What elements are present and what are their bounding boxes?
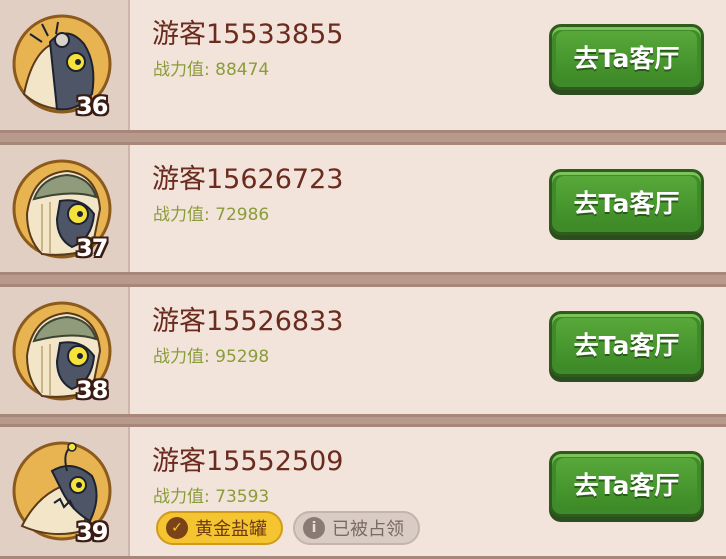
visit-button-label: 去Ta客厅 (573, 44, 680, 73)
visit-button-label: 去Ta客厅 (573, 471, 680, 500)
player-name: 游客15526833 (152, 306, 344, 337)
avatar-panel: 39 (0, 427, 130, 556)
level-badge: 39 (76, 518, 108, 546)
badge-label: 黄金盐罐 (195, 519, 267, 540)
visit-button-label: 去Ta客厅 (573, 189, 680, 218)
power-text: 战力值: 95298 (153, 342, 269, 367)
visit-living-room-button[interactable]: 去Ta客厅 (549, 169, 704, 235)
badge-label: 已被占领 (332, 519, 404, 540)
player-row: 36 游客15533855 战力值: 88474 去Ta客厅 (0, 0, 726, 133)
player-row: 38 游客15526833 战力值: 95298 去Ta客厅 (0, 284, 726, 417)
visit-button-label: 去Ta客厅 (573, 331, 680, 360)
check-icon: ✓ (166, 517, 188, 539)
power-value: 95298 (215, 347, 270, 367)
player-name: 游客15552509 (152, 446, 344, 477)
power-label: 战力值: (153, 60, 210, 80)
visit-living-room-button[interactable]: 去Ta客厅 (549, 24, 704, 90)
power-text: 战力值: 73593 (153, 482, 269, 507)
avatar-panel: 36 (0, 0, 130, 130)
player-row: 37 游客15626723 战力值: 72986 去Ta客厅 (0, 142, 726, 275)
power-label: 战力值: (153, 205, 210, 225)
power-label: 战力值: (153, 347, 210, 367)
power-text: 战力值: 88474 (153, 55, 269, 80)
visit-living-room-button[interactable]: 去Ta客厅 (549, 451, 704, 517)
visit-living-room-button[interactable]: 去Ta客厅 (549, 311, 704, 377)
avatar-panel: 38 (0, 287, 130, 414)
avatar-panel: 37 (0, 145, 130, 272)
level-badge: 37 (76, 234, 108, 262)
player-row: 39 游客15552509 战力值: 73593 ✓ 黄金盐罐 i 已被占领 去… (0, 424, 726, 559)
power-label: 战力值: (153, 487, 210, 507)
power-text: 战力值: 72986 (153, 200, 269, 225)
power-value: 88474 (215, 60, 270, 80)
level-badge: 36 (76, 92, 108, 120)
occupied-badge: i 已被占领 (293, 511, 420, 545)
gold-salt-jar-badge: ✓ 黄金盐罐 (156, 511, 283, 545)
status-badges: ✓ 黄金盐罐 i 已被占领 (156, 511, 420, 545)
power-value: 73593 (215, 487, 270, 507)
level-badge: 38 (76, 376, 108, 404)
info-icon: i (303, 517, 325, 539)
player-name: 游客15533855 (152, 19, 344, 50)
player-name: 游客15626723 (152, 164, 344, 195)
power-value: 72986 (215, 205, 270, 225)
